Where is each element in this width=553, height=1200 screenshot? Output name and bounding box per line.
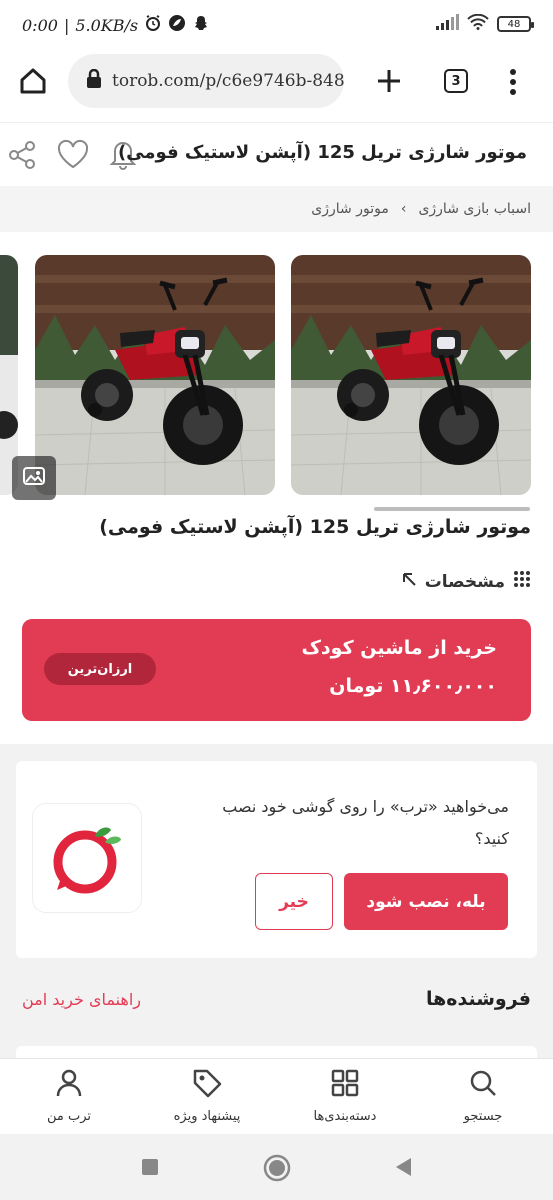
- status-separator: |: [63, 15, 70, 35]
- image-gallery-icon: [21, 463, 47, 493]
- install-yes-button[interactable]: بله، نصب شود: [344, 873, 508, 930]
- url-text: torob.com/p/c6e9746b-8487: [112, 71, 344, 91]
- motorcycle-image: [291, 255, 531, 495]
- offer-price: ۱۱٫۶۰۰٫۰۰۰ تومان: [329, 675, 497, 697]
- breadcrumb-item-1[interactable]: موتور شارژی: [311, 201, 389, 217]
- tabs-icon[interactable]: 3: [444, 69, 468, 93]
- product-image[interactable]: [35, 255, 275, 495]
- header-title: موتور شارژی تریل 125 (آپشن لاستیک فومی): [117, 142, 527, 163]
- categories-icon: [329, 1067, 361, 1103]
- product-title: موتور شارژی تریل 125 (آپشن لاستیک فومی): [99, 516, 531, 538]
- share-icon[interactable]: [6, 139, 38, 175]
- recent-apps-icon[interactable]: [141, 1158, 159, 1180]
- breadcrumb-item-0[interactable]: اسباب بازی شارژی: [418, 201, 531, 217]
- status-network-speed: 5.0KB/s: [75, 15, 139, 35]
- gallery-button[interactable]: [12, 456, 56, 500]
- install-app-card: می‌خواهید «ترب» را روی گوشی خود نصب کنید…: [16, 761, 537, 958]
- arrow-expand-icon: [401, 571, 417, 592]
- status-left: 0:00 | 5.0KB/s: [22, 14, 210, 36]
- status-time: 0:00: [22, 15, 58, 35]
- seller-card-top: [16, 1046, 537, 1058]
- leaf-icon: [168, 14, 186, 36]
- battery-icon: 48: [497, 16, 534, 32]
- back-icon[interactable]: [393, 1156, 413, 1182]
- nav-item-special-offers[interactable]: پیشنهاد ویژه: [138, 1067, 276, 1131]
- nav-item-search[interactable]: جستجو: [414, 1067, 552, 1131]
- breadcrumb: اسباب بازی شارژی › موتور شارژی: [0, 186, 553, 232]
- alarm-icon: [144, 14, 162, 36]
- cheapest-badge: ارزان‌ترین: [44, 653, 156, 685]
- status-right: 48: [435, 13, 534, 34]
- new-tab-icon[interactable]: [376, 68, 402, 98]
- nav-label: پیشنهاد ویژه: [173, 1109, 241, 1124]
- bottom-nav: جستجو دسته‌بندی‌ها پیشنهاد ویژه ترب من: [0, 1058, 553, 1134]
- specs-label: مشخصات: [424, 571, 505, 592]
- signal-icon: [435, 14, 459, 34]
- nav-label: جستجو: [463, 1109, 503, 1124]
- nav-item-categories[interactable]: دسته‌بندی‌ها: [276, 1067, 414, 1131]
- system-nav-bar: [0, 1134, 553, 1200]
- offer-seller: خرید از ماشین کودک: [301, 637, 497, 659]
- gallery-scroll-indicator: [374, 507, 530, 511]
- battery-level: 48: [507, 18, 521, 30]
- status-bar: 0:00 | 5.0KB/s 48: [0, 0, 553, 48]
- safe-purchase-guide-link[interactable]: راهنمای خرید امن: [22, 990, 141, 1009]
- search-icon: [467, 1067, 499, 1103]
- nav-label: ترب من: [46, 1109, 92, 1124]
- url-bar[interactable]: torob.com/p/c6e9746b-8487: [68, 54, 344, 108]
- snapchat-icon: [192, 14, 210, 36]
- heart-icon[interactable]: [56, 139, 90, 175]
- install-no-button[interactable]: خیر: [255, 873, 333, 930]
- torob-app-icon: [32, 803, 142, 913]
- nav-item-my-torob[interactable]: ترب من: [0, 1067, 138, 1131]
- nav-label: دسته‌بندی‌ها: [313, 1109, 377, 1124]
- product-image[interactable]: [291, 255, 531, 495]
- sellers-title: فروشنده‌ها: [425, 988, 531, 1010]
- install-prompt-text: می‌خواهید «ترب» را روی گوشی خود نصب کنید…: [222, 797, 509, 848]
- menu-icon[interactable]: [508, 68, 518, 100]
- product-header: موتور شارژی تریل 125 (آپشن لاستیک فومی): [0, 122, 553, 186]
- user-icon: [53, 1067, 85, 1103]
- home-icon[interactable]: [18, 66, 48, 100]
- tag-icon: [191, 1067, 223, 1103]
- lock-icon: [86, 68, 102, 93]
- home-button-icon[interactable]: [263, 1154, 291, 1186]
- grid-dots-icon: [513, 570, 531, 593]
- wifi-icon: [467, 13, 489, 34]
- browser-toolbar: torob.com/p/c6e9746b-8487 3: [0, 48, 553, 114]
- buy-offer-card[interactable]: خرید از ماشین کودک ۱۱٫۶۰۰٫۰۰۰ تومان ارزا…: [22, 619, 531, 721]
- breadcrumb-separator: ›: [400, 201, 407, 217]
- specs-link[interactable]: مشخصات: [401, 570, 531, 593]
- motorcycle-image: [35, 255, 275, 495]
- tabs-count: 3: [444, 69, 468, 93]
